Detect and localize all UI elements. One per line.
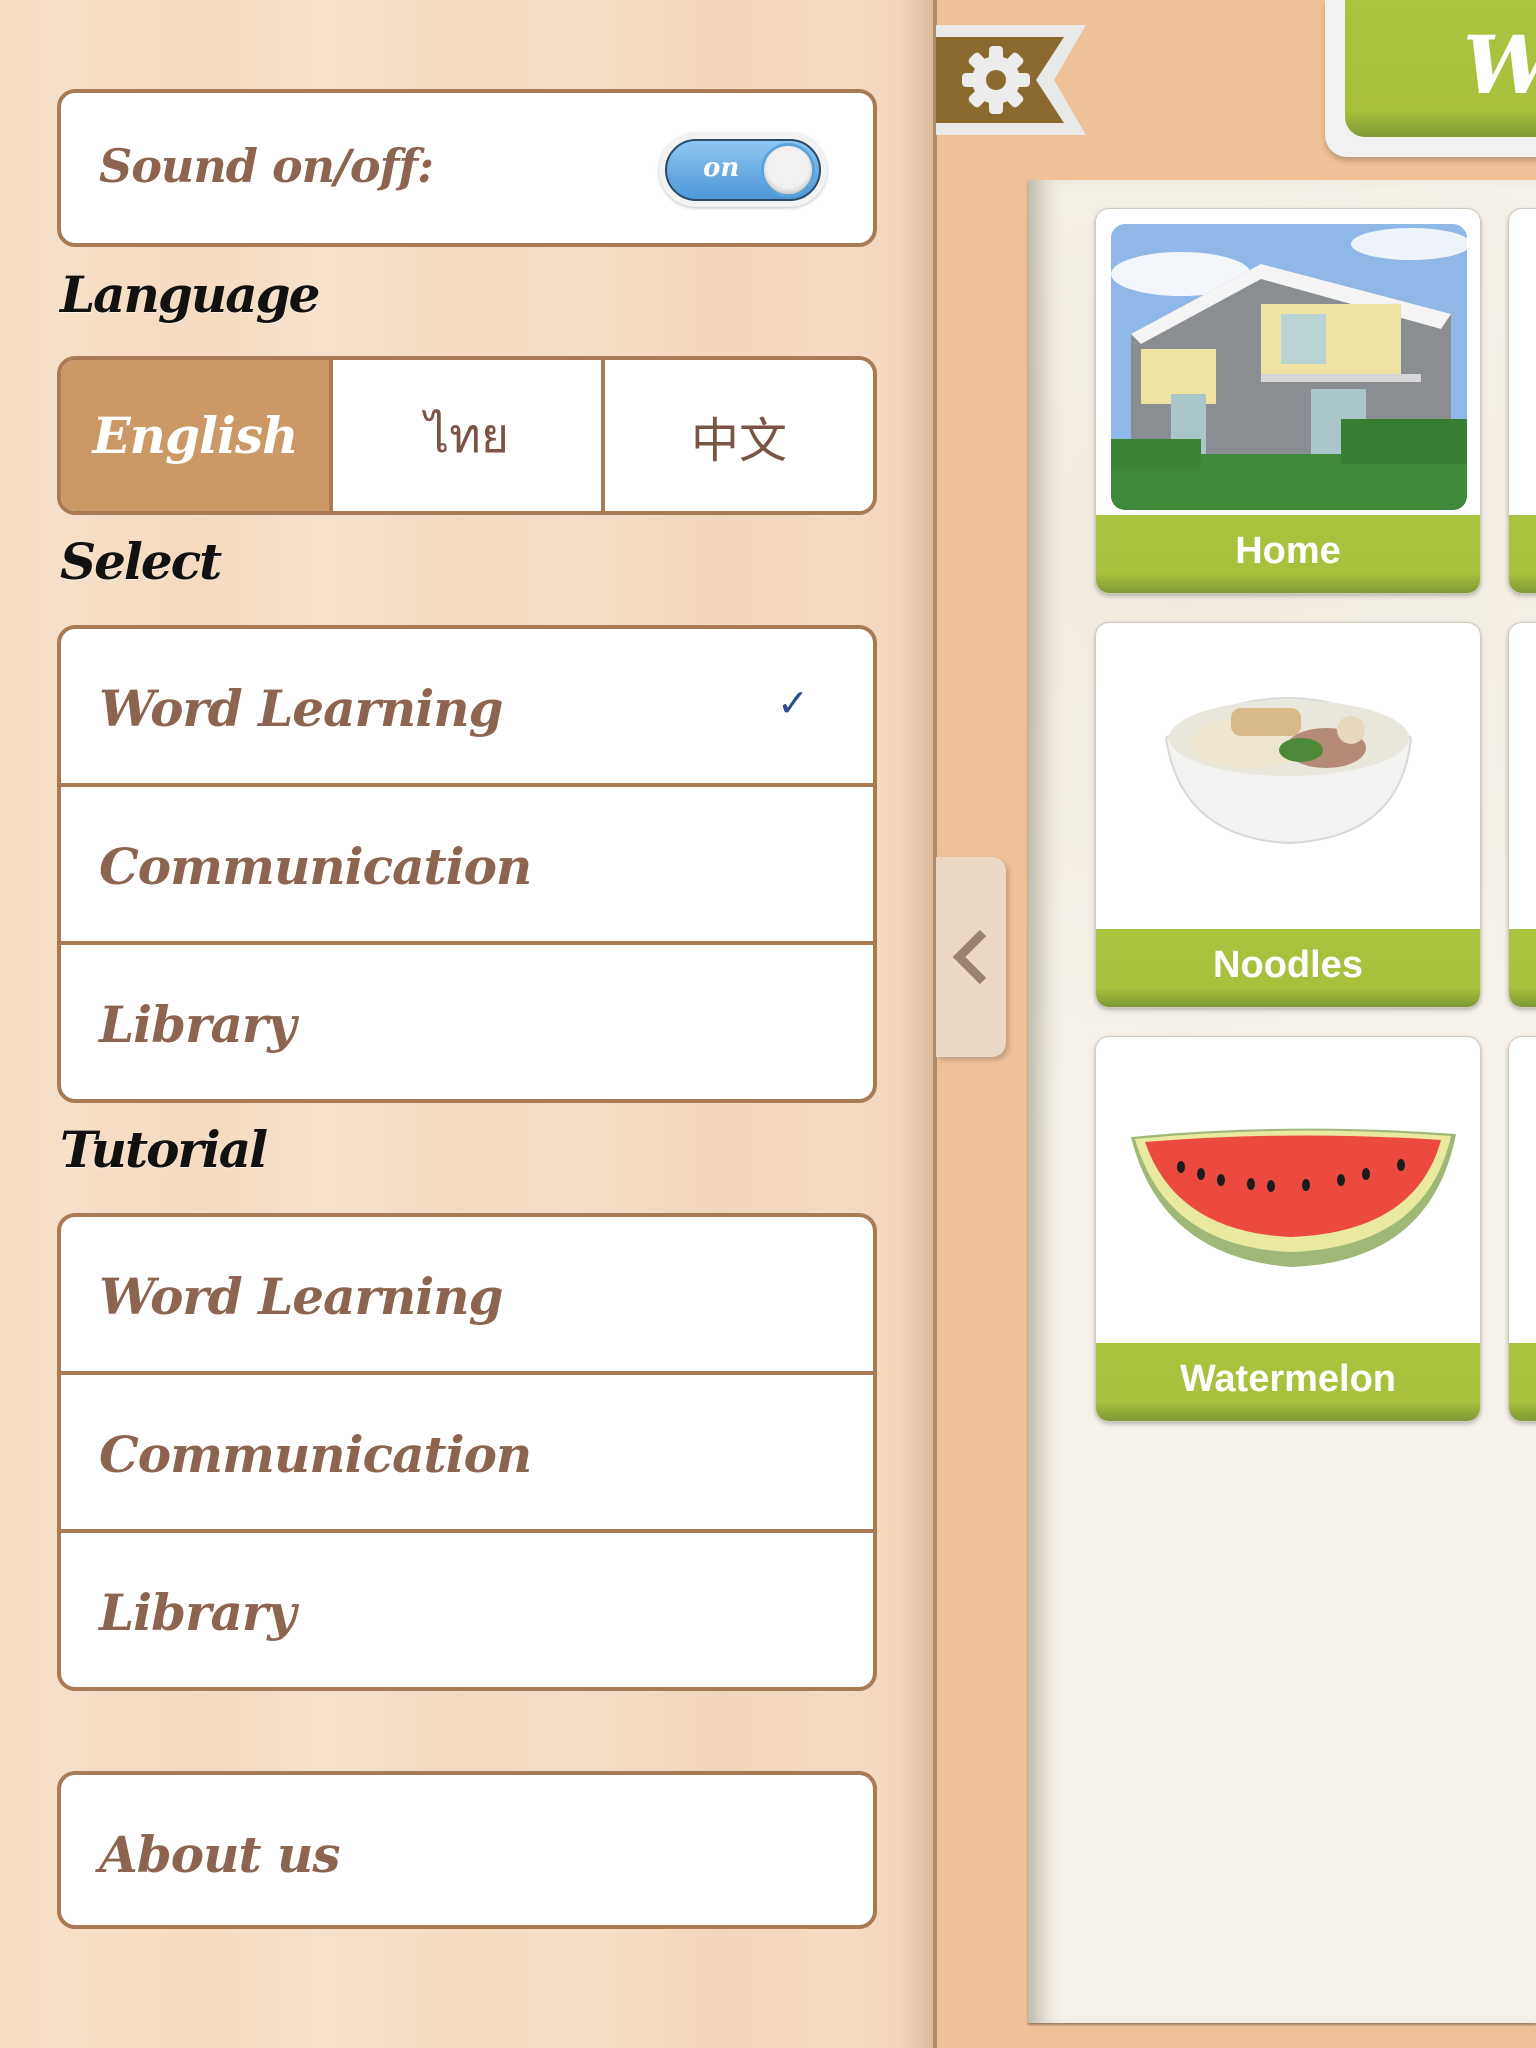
house-photo <box>1111 224 1467 510</box>
sound-label: Sound on/off: <box>99 139 434 193</box>
language-heading: Language <box>60 265 320 324</box>
language-option-thai[interactable]: ไทย <box>329 360 601 511</box>
language-option-english[interactable]: English <box>61 360 329 511</box>
list-item-label: Word Learning <box>99 1267 504 1326</box>
word-card-home[interactable]: Home <box>1095 208 1481 594</box>
sound-toggle-knob[interactable] <box>761 143 815 197</box>
sound-toggle-track: on <box>665 139 821 201</box>
word-card-noodles[interactable]: Noodles <box>1095 622 1481 1008</box>
noodle-bowl-photo <box>1111 638 1467 924</box>
language-option-chinese[interactable]: 中文 <box>601 360 873 511</box>
tutorial-item-word-learning[interactable]: Word Learning <box>61 1217 873 1371</box>
checkmark-icon: ✓ <box>777 681 809 725</box>
tutorial-item-library[interactable]: Library <box>61 1529 873 1687</box>
card-label: Watermelon <box>1096 1343 1480 1421</box>
sound-setting-row: Sound on/off: on <box>57 89 877 247</box>
card-label: Noodles <box>1096 929 1480 1007</box>
section-title-bar: W <box>1345 0 1536 137</box>
watermelon-photo <box>1111 1052 1467 1338</box>
card-label-bar <box>1509 515 1536 593</box>
settings-ribbon-button[interactable] <box>936 25 1086 135</box>
section-title-button[interactable]: W <box>1325 0 1536 157</box>
section-title: W <box>1463 18 1536 112</box>
chevron-left-icon <box>952 929 987 985</box>
sound-toggle[interactable]: on <box>659 133 827 207</box>
language-selector: English ไทย 中文 <box>57 356 877 515</box>
list-item-label: Library <box>99 1583 296 1642</box>
card-label: Home <box>1096 515 1480 593</box>
select-item-communication[interactable]: Communication <box>61 783 873 941</box>
word-card-partial[interactable] <box>1508 1036 1536 1422</box>
select-mode-list: Word Learning ✓ Communication Library <box>57 625 877 1103</box>
tutorial-item-communication[interactable]: Communication <box>61 1371 873 1529</box>
card-label-bar <box>1509 929 1536 1007</box>
list-item-label: Communication <box>99 837 532 896</box>
panel-shadow <box>900 0 935 2048</box>
word-card-watermelon[interactable]: Watermelon <box>1095 1036 1481 1422</box>
tutorial-heading: Tutorial <box>60 1120 268 1179</box>
word-card-partial[interactable] <box>1508 622 1536 1008</box>
about-us-button[interactable]: About us <box>57 1771 877 1929</box>
card-label-bar <box>1509 1343 1536 1421</box>
list-item-label: Communication <box>99 1425 532 1484</box>
settings-panel: Sound on/off: on Language English ไทย 中文… <box>0 0 935 2048</box>
about-us-label: About us <box>99 1825 340 1884</box>
language-option-label: 中文 <box>690 412 787 469</box>
select-heading: Select <box>60 532 222 591</box>
language-option-label: English <box>92 406 299 465</box>
list-item-label: Word Learning <box>99 679 504 738</box>
select-item-word-learning[interactable]: Word Learning ✓ <box>61 629 873 783</box>
list-item-label: Library <box>99 995 296 1054</box>
tutorial-list: Word Learning Communication Library <box>57 1213 877 1691</box>
sound-toggle-state: on <box>703 153 740 183</box>
language-option-label: ไทย <box>425 407 509 464</box>
select-item-library[interactable]: Library <box>61 941 873 1099</box>
gear-icon <box>936 25 1086 135</box>
collapse-panel-button[interactable] <box>936 857 1006 1057</box>
word-card-partial[interactable] <box>1508 208 1536 594</box>
